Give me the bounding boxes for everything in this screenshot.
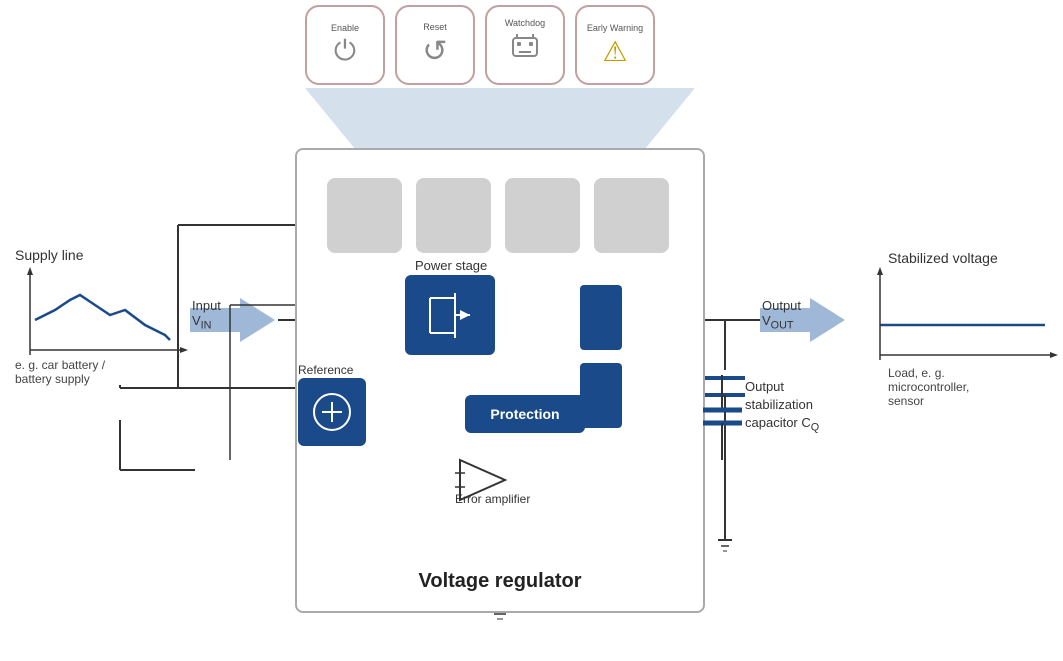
input-label: Input VIN <box>192 298 221 332</box>
watchdog-icon-box: Watchdog <box>485 5 565 85</box>
reset-symbol: ↺ <box>422 34 447 69</box>
grey-box-3 <box>505 178 580 253</box>
early-warning-symbol: ⚠ <box>602 35 627 68</box>
input-subscript: IN <box>201 320 212 332</box>
output-cap-label: Outputstabilizationcapacitor CQ <box>745 378 819 436</box>
reset-label: Reset <box>423 22 447 32</box>
funnel-shape <box>305 88 695 155</box>
watchdog-label: Watchdog <box>505 18 545 28</box>
early-warning-icon-box: Early Warning ⚠ <box>575 5 655 85</box>
output-cap <box>695 375 750 470</box>
power-stage-label: Power stage <box>415 258 487 273</box>
resistor-block-bottom <box>580 363 622 428</box>
stabilized-voltage-label: Stabilized voltage <box>888 250 1053 266</box>
power-stage-block <box>405 275 495 355</box>
reference-label: Reference <box>298 363 353 377</box>
grey-placeholders <box>327 178 669 253</box>
error-amplifier-label: Error amplifier <box>455 492 530 506</box>
cap-symbol <box>695 375 750 465</box>
supply-section: Supply line e. g. car battery /battery s… <box>15 247 105 386</box>
enable-symbol: ⏻ <box>334 35 356 68</box>
reference-symbol <box>310 390 354 434</box>
resistor-block-top <box>580 285 622 350</box>
reference-block <box>298 378 366 446</box>
grey-box-4 <box>594 178 669 253</box>
top-icons-row: Enable ⏻ Reset ↺ Watchdog Earl <box>305 5 655 85</box>
stabilized-voltage-section: Stabilized voltage Load, e. g.microcontr… <box>888 250 1053 408</box>
grey-box-1 <box>327 178 402 253</box>
supply-subtitle: e. g. car battery /battery supply <box>15 358 105 386</box>
reset-icon-box: Reset ↺ <box>395 5 475 85</box>
enable-label: Enable <box>331 23 359 33</box>
protection-label: Protection <box>490 406 559 422</box>
grey-box-2 <box>416 178 491 253</box>
regulator-title: Voltage regulator <box>419 570 582 593</box>
diagram-container: Enable ⏻ Reset ↺ Watchdog Earl <box>0 0 1063 661</box>
early-warning-label: Early Warning <box>587 23 643 33</box>
power-stage-symbol <box>420 288 480 343</box>
supply-title: Supply line <box>15 247 105 263</box>
watchdog-symbol <box>507 30 543 72</box>
protection-block: Protection <box>465 395 585 433</box>
enable-icon-box: Enable ⏻ <box>305 5 385 85</box>
output-label: Output VOUT <box>762 298 801 332</box>
output-subscript: OUT <box>771 320 794 332</box>
load-label: Load, e. g.microcontroller,sensor <box>888 366 1053 408</box>
